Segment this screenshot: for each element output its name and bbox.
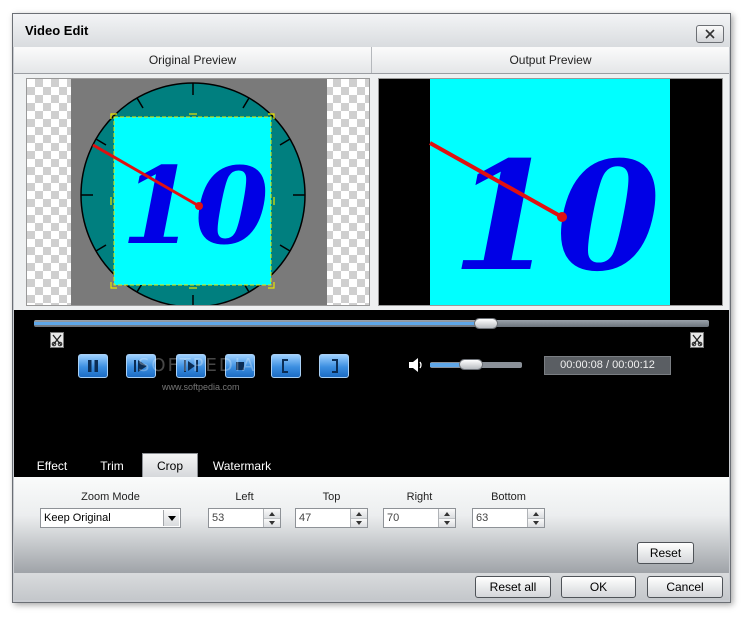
preview-area: 10 10 bbox=[14, 74, 729, 310]
spin-down-icon bbox=[444, 521, 450, 525]
output-frame-content: 10 bbox=[429, 129, 661, 305]
seek-thumb[interactable] bbox=[474, 318, 499, 329]
bottom-spinbox[interactable] bbox=[472, 508, 545, 528]
zoom-mode-dropdown-button[interactable] bbox=[163, 510, 179, 526]
cancel-button[interactable]: Cancel bbox=[647, 576, 723, 598]
top-increment-button[interactable] bbox=[351, 509, 367, 518]
zoom-mode-select[interactable]: Keep Original bbox=[40, 508, 181, 528]
seek-progress bbox=[34, 322, 487, 325]
right-increment-button[interactable] bbox=[439, 509, 455, 518]
left-increment-button[interactable] bbox=[264, 509, 280, 518]
dialog-footer: Reset all OK Cancel bbox=[14, 573, 729, 600]
zoom-mode-value: Keep Original bbox=[44, 512, 111, 524]
tab-effect[interactable]: Effect bbox=[20, 456, 84, 477]
edit-tabs: Effect Trim Crop Watermark bbox=[14, 450, 729, 477]
bottom-input[interactable] bbox=[473, 509, 530, 527]
playback-controls: SOFTPEDIA www.softpedia.com 00:00:08 / 0… bbox=[14, 310, 729, 450]
spin-up-icon bbox=[444, 511, 450, 516]
output-frame-numeral: 10 bbox=[452, 129, 661, 305]
set-start-button[interactable] bbox=[271, 354, 301, 378]
close-button[interactable] bbox=[696, 25, 724, 43]
bracket-open-icon bbox=[282, 359, 288, 373]
top-decrement-button[interactable] bbox=[351, 518, 367, 527]
tab-crop[interactable]: Crop bbox=[142, 453, 198, 477]
pause-button[interactable] bbox=[78, 354, 108, 378]
reset-all-button[interactable]: Reset all bbox=[475, 576, 551, 598]
top-input[interactable] bbox=[296, 509, 353, 527]
bottom-decrement-button[interactable] bbox=[528, 518, 544, 527]
left-input[interactable] bbox=[209, 509, 266, 527]
spin-down-icon bbox=[356, 521, 362, 525]
window-title: Video Edit bbox=[25, 23, 89, 38]
original-preview-pane: 10 bbox=[26, 78, 370, 306]
tab-trim[interactable]: Trim bbox=[84, 456, 140, 477]
right-input[interactable] bbox=[384, 509, 441, 527]
pause-icon bbox=[88, 360, 98, 372]
dropdown-arrow-icon bbox=[167, 515, 176, 521]
trim-start-marker-icon[interactable] bbox=[50, 332, 64, 348]
reset-button[interactable]: Reset bbox=[637, 542, 694, 564]
left-spinbox[interactable] bbox=[208, 508, 281, 528]
volume-icon[interactable] bbox=[408, 357, 426, 373]
left-label: Left bbox=[235, 491, 254, 503]
watermark-url-text: www.softpedia.com bbox=[162, 382, 240, 392]
original-preview-label: Original Preview bbox=[148, 53, 237, 67]
left-decrement-button[interactable] bbox=[264, 518, 280, 527]
watermark-brand-text: SOFTPEDIA bbox=[138, 355, 257, 376]
spin-down-icon bbox=[269, 521, 275, 525]
zoom-mode-label: Zoom Mode bbox=[81, 491, 140, 503]
trim-end-marker-icon[interactable] bbox=[690, 332, 704, 348]
seek-bar[interactable] bbox=[34, 320, 709, 327]
bottom-increment-button[interactable] bbox=[528, 509, 544, 518]
preview-header: Original Preview Output Preview bbox=[14, 47, 729, 74]
original-frame-clock: 10 bbox=[80, 82, 306, 305]
right-label: Right bbox=[406, 491, 433, 503]
spin-up-icon bbox=[356, 511, 362, 516]
set-end-button[interactable] bbox=[319, 354, 349, 378]
video-edit-dialog: Video Edit Original Preview Output Previ… bbox=[12, 13, 731, 603]
close-icon bbox=[705, 29, 715, 39]
top-label: Top bbox=[322, 491, 341, 503]
title-bar[interactable]: Video Edit bbox=[13, 14, 730, 47]
output-preview-pane: 10 bbox=[378, 78, 723, 306]
tab-watermark[interactable]: Watermark bbox=[202, 456, 282, 477]
crop-panel: Zoom Mode Keep Original Left Top bbox=[14, 477, 729, 573]
dialog-body: Original Preview Output Preview 10 10 SO… bbox=[14, 47, 729, 600]
ok-button[interactable]: OK bbox=[561, 576, 636, 598]
bottom-label: Bottom bbox=[491, 491, 526, 503]
volume-thumb[interactable] bbox=[459, 359, 484, 370]
top-spinbox[interactable] bbox=[295, 508, 368, 528]
spin-up-icon bbox=[533, 511, 539, 516]
right-spinbox[interactable] bbox=[383, 508, 456, 528]
time-display: 00:00:08 / 00:00:12 bbox=[544, 356, 671, 375]
right-decrement-button[interactable] bbox=[439, 518, 455, 527]
spin-down-icon bbox=[533, 521, 539, 525]
frame-numeral: 10 bbox=[121, 143, 269, 268]
bracket-close-icon bbox=[332, 359, 338, 373]
spin-up-icon bbox=[269, 511, 275, 516]
output-preview-label: Output Preview bbox=[371, 47, 729, 73]
